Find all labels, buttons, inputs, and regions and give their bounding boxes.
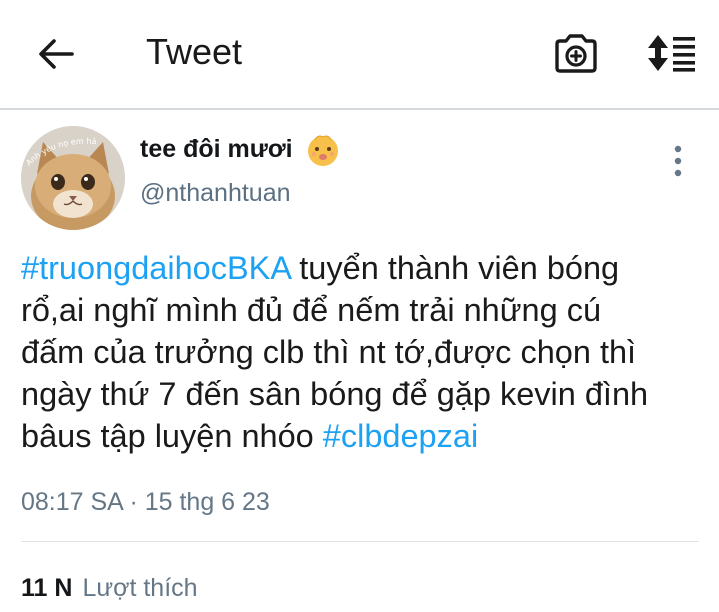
tweet-line: #truongdaihocBKA tuyển thành viên bóng [21,247,711,289]
avatar[interactable]: Anh yêu nọ em hả [21,126,125,230]
camera-add-icon [555,34,597,73]
back-arrow-icon [39,39,74,69]
tweet-line: ngày thứ 7 đến sân bóng để gặp kevin đìn… [21,373,711,415]
author-display-name[interactable]: tee đôi mươi [140,132,293,166]
sort-icon [648,35,695,72]
tweet-line: đấm của trưởng clb thì nt tớ,được chọn t… [21,331,711,373]
likes-label: Lượt thích [82,574,198,602]
tweet-text: #truongdaihocBKA tuyển thành viên bóng r… [21,247,711,457]
more-options-button[interactable] [664,144,692,178]
tweet-line: rổ,ai nghĩ mình đủ để nếm trải những cú [21,289,711,331]
tweet-text-segment: bâus tập luyện nhóo [21,418,323,454]
hashtag-link[interactable]: #clbdepzai [323,418,478,454]
divider [21,541,699,542]
camera-button[interactable] [553,32,599,74]
tweet-timestamp: 08:17 SA · 15 thg 6 23 [21,485,270,519]
hashtag-link[interactable]: #truongdaihocBKA [21,250,290,286]
back-button[interactable] [36,34,76,74]
avatar-caption-text: Anh yêu nọ em hả [24,136,97,167]
tweet-text-segment: tuyển thành viên bóng [290,250,620,286]
baby-face-emoji-icon [308,135,338,166]
likes-count: 11 N [21,574,73,602]
tweet-text-segment: ngày thứ 7 đến sân bóng để gặp kevin đìn… [21,376,649,412]
tweet-time: 08:17 SA [21,488,123,516]
tweet-text-segment: rổ,ai nghĩ mình đủ để nếm trải những cú [21,292,602,328]
tweet-text-segment: đấm của trưởng clb thì nt tớ,được chọn t… [21,334,637,370]
more-vertical-icon [674,145,682,177]
meta-separator: · [129,488,138,516]
tweet-date: 15 thg 6 23 [144,488,270,516]
top-app-bar: Tweet [0,0,719,110]
author-handle[interactable]: @nthanhtuan [140,176,291,210]
likes-stat[interactable]: 11 N Lượt thích [21,571,198,605]
svg-text:Anh yêu nọ em hả: Anh yêu nọ em hả [24,136,97,167]
sort-button[interactable] [645,33,697,73]
page-title: Tweet [146,31,243,72]
tweet-line: bâus tập luyện nhóo #clbdepzai [21,415,711,457]
